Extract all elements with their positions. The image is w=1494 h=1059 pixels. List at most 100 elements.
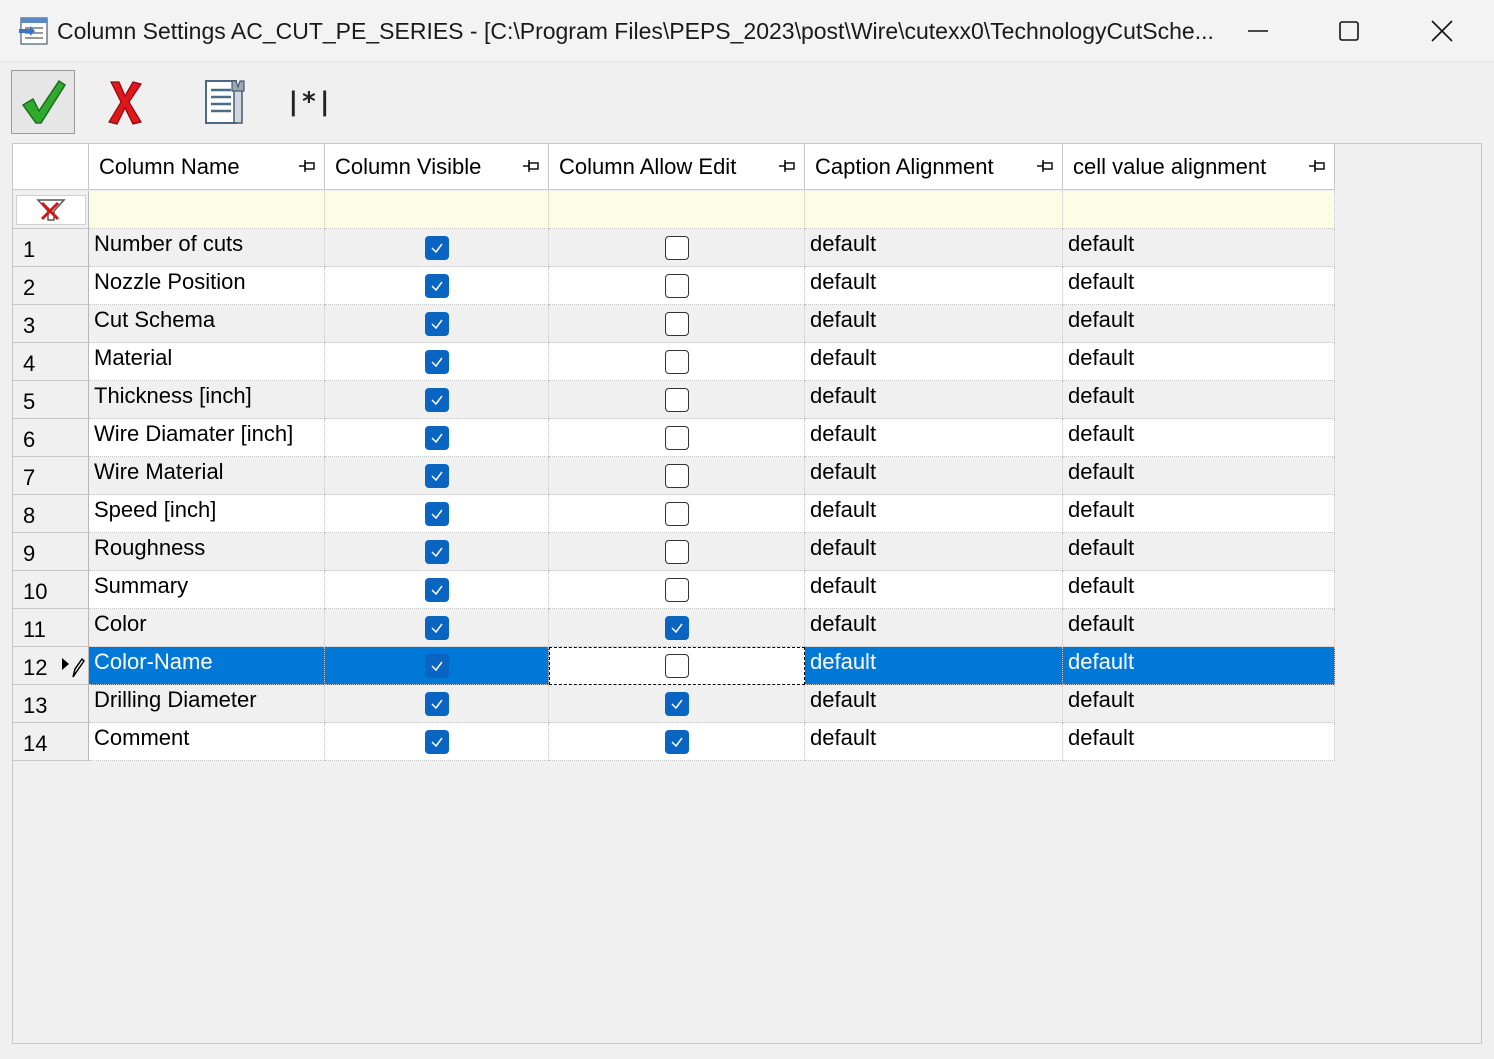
row-header[interactable]: 3 [13, 305, 89, 343]
column-visible-checkbox[interactable] [424, 463, 449, 488]
column-name-cell[interactable]: Thickness [inch] [89, 381, 325, 419]
cell-value-alignment-cell[interactable]: default [1063, 419, 1335, 457]
row-header[interactable]: 12 [13, 647, 89, 685]
column-visible-cell[interactable] [325, 229, 549, 267]
column-visible-checkbox[interactable] [424, 615, 449, 640]
column-name-cell[interactable]: Drilling Diameter [89, 685, 325, 723]
ok-button[interactable] [11, 70, 75, 134]
filter-cell[interactable] [89, 191, 325, 229]
column-allow-edit-checkbox[interactable] [664, 539, 689, 564]
column-visible-cell[interactable] [325, 381, 549, 419]
column-visible-cell[interactable] [325, 647, 549, 685]
column-allow-edit-cell[interactable] [549, 419, 805, 457]
cell-value-alignment-cell[interactable]: default [1063, 609, 1335, 647]
table-row[interactable]: 9 Roughness default default [13, 533, 1335, 571]
row-header[interactable]: 9 [13, 533, 89, 571]
cell-value-alignment-cell[interactable]: default [1063, 229, 1335, 267]
column-name-cell[interactable]: Color [89, 609, 325, 647]
row-header[interactable]: 1 [13, 229, 89, 267]
row-header[interactable]: 10 [13, 571, 89, 609]
close-button[interactable] [1396, 0, 1488, 62]
table-row[interactable]: 6 Wire Diamater [inch] default default [13, 419, 1335, 457]
column-allow-edit-checkbox[interactable] [664, 235, 689, 260]
column-settings-button[interactable] [198, 70, 260, 134]
row-header[interactable]: 7 [13, 457, 89, 495]
table-row[interactable]: 5 Thickness [inch] default default [13, 381, 1335, 419]
column-visible-checkbox[interactable] [424, 653, 449, 678]
column-allow-edit-cell[interactable] [549, 229, 805, 267]
column-allow-edit-cell[interactable] [549, 305, 805, 343]
header-caption-alignment[interactable]: Caption Alignment [805, 144, 1063, 190]
column-allow-edit-cell[interactable] [549, 571, 805, 609]
column-visible-cell[interactable] [325, 609, 549, 647]
caption-alignment-cell[interactable]: default [805, 267, 1063, 305]
column-visible-cell[interactable] [325, 305, 549, 343]
pin-icon[interactable] [1308, 158, 1326, 178]
cell-value-alignment-cell[interactable]: default [1063, 495, 1335, 533]
cell-value-alignment-cell[interactable]: default [1063, 685, 1335, 723]
column-visible-checkbox[interactable] [424, 349, 449, 374]
cell-value-alignment-cell[interactable]: default [1063, 305, 1335, 343]
cell-value-alignment-cell[interactable]: default [1063, 533, 1335, 571]
column-name-cell[interactable]: Nozzle Position [89, 267, 325, 305]
column-allow-edit-checkbox[interactable] [664, 615, 689, 640]
row-header[interactable]: 5 [13, 381, 89, 419]
column-visible-checkbox[interactable] [424, 691, 449, 716]
column-visible-checkbox[interactable] [424, 501, 449, 526]
column-visible-cell[interactable] [325, 495, 549, 533]
header-column-name[interactable]: Column Name [89, 144, 325, 190]
column-visible-checkbox[interactable] [424, 425, 449, 450]
column-name-cell[interactable]: Wire Diamater [inch] [89, 419, 325, 457]
filter-cell[interactable] [325, 191, 549, 229]
caption-alignment-cell[interactable]: default [805, 457, 1063, 495]
caption-alignment-cell[interactable]: default [805, 381, 1063, 419]
cell-value-alignment-cell[interactable]: default [1063, 381, 1335, 419]
column-allow-edit-cell[interactable] [549, 609, 805, 647]
filter-cell[interactable] [549, 191, 805, 229]
column-visible-cell[interactable] [325, 723, 549, 761]
caption-alignment-cell[interactable]: default [805, 419, 1063, 457]
header-column-visible[interactable]: Column Visible [325, 144, 549, 190]
column-visible-cell[interactable] [325, 457, 549, 495]
cell-value-alignment-cell[interactable]: default [1063, 267, 1335, 305]
table-row[interactable]: 7 Wire Material default default [13, 457, 1335, 495]
column-visible-checkbox[interactable] [424, 539, 449, 564]
maximize-button[interactable] [1303, 0, 1395, 62]
column-visible-checkbox[interactable] [424, 235, 449, 260]
row-header[interactable]: 2 [13, 267, 89, 305]
table-row[interactable]: 2 Nozzle Position default default [13, 267, 1335, 305]
table-row[interactable]: 11 Color default default [13, 609, 1335, 647]
column-name-cell[interactable]: Comment [89, 723, 325, 761]
caption-alignment-cell[interactable]: default [805, 343, 1063, 381]
row-header[interactable]: 8 [13, 495, 89, 533]
column-allow-edit-checkbox[interactable] [665, 654, 689, 678]
table-row[interactable]: 10 Summary default default [13, 571, 1335, 609]
row-header[interactable]: 4 [13, 343, 89, 381]
table-row[interactable]: 13 Drilling Diameter default default [13, 685, 1335, 723]
column-allow-edit-cell[interactable] [549, 267, 805, 305]
column-name-cell[interactable]: Number of cuts [89, 229, 325, 267]
column-allow-edit-cell[interactable] [549, 723, 805, 761]
column-allow-edit-checkbox[interactable] [664, 729, 689, 754]
caption-alignment-cell[interactable]: default [805, 685, 1063, 723]
column-allow-edit-checkbox[interactable] [664, 691, 689, 716]
column-allow-edit-checkbox[interactable] [664, 501, 689, 526]
column-visible-cell[interactable] [325, 533, 549, 571]
row-header[interactable]: 6 [13, 419, 89, 457]
column-allow-edit-cell[interactable] [549, 685, 805, 723]
caption-alignment-cell[interactable]: default [805, 229, 1063, 267]
column-visible-cell[interactable] [325, 571, 549, 609]
filter-cell[interactable] [1063, 191, 1335, 229]
pin-icon[interactable] [778, 158, 796, 178]
column-visible-checkbox[interactable] [424, 311, 449, 336]
column-allow-edit-checkbox[interactable] [664, 463, 689, 488]
column-name-cell[interactable]: Summary [89, 571, 325, 609]
column-name-cell[interactable]: Wire Material [89, 457, 325, 495]
column-allow-edit-cell[interactable] [549, 495, 805, 533]
caption-alignment-cell[interactable]: default [805, 723, 1063, 761]
minimize-button[interactable] [1212, 0, 1304, 62]
column-allow-edit-checkbox[interactable] [664, 273, 689, 298]
caption-alignment-cell[interactable]: default [805, 533, 1063, 571]
table-row[interactable]: 4 Material default default [13, 343, 1335, 381]
header-column-allow-edit[interactable]: Column Allow Edit [549, 144, 805, 190]
